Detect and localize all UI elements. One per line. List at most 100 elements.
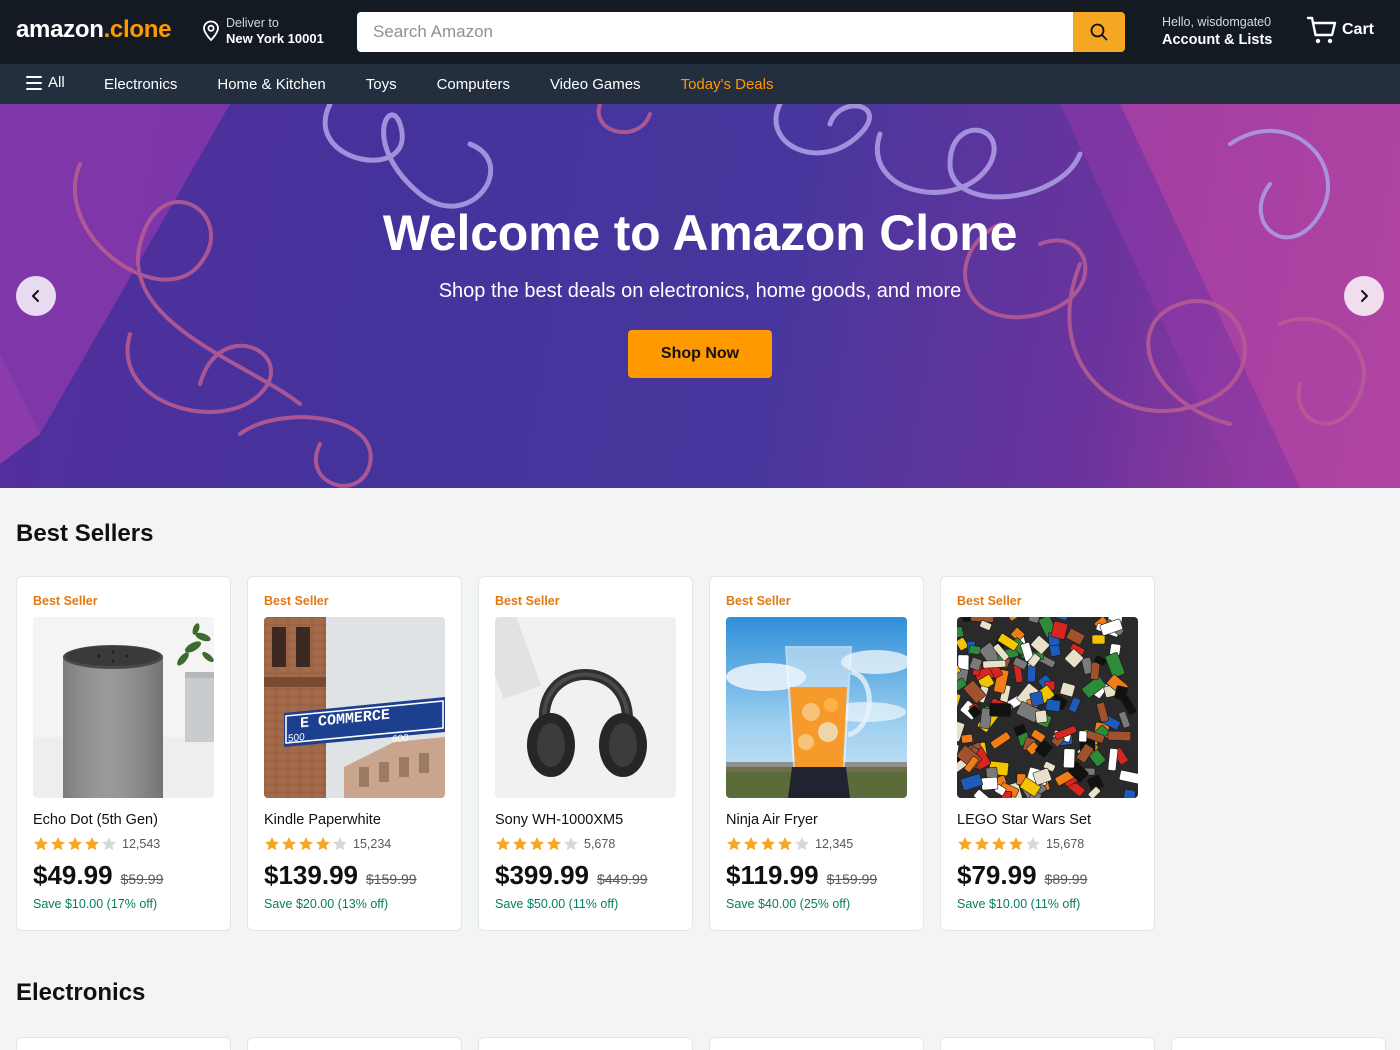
electronics-row: [16, 1037, 1386, 1050]
review-count: 15,678: [1046, 837, 1085, 851]
list-price: $59.99: [120, 871, 164, 887]
search-input[interactable]: [357, 12, 1073, 52]
product-rating[interactable]: 15,234: [264, 836, 445, 852]
product-title[interactable]: LEGO Star Wars Set: [957, 811, 1138, 829]
product-card[interactable]: Best Seller E COMMERCE 500 600 Kindle Pa…: [247, 576, 462, 931]
product-image-ninja-air-fryer[interactable]: [726, 617, 907, 798]
product-price: $139.99: [264, 860, 358, 890]
list-price: $449.99: [596, 871, 648, 887]
product-card[interactable]: Best Seller: [709, 576, 924, 931]
all-menu-label: All: [48, 74, 65, 91]
star-rating: [957, 836, 1041, 852]
star-icon: [265, 837, 279, 851]
account-greeting: Hello, wisdomgate0: [1162, 15, 1272, 29]
nav-link-home-kitchen[interactable]: Home & Kitchen: [217, 76, 325, 93]
product-price: $399.99: [495, 860, 589, 890]
product-card[interactable]: [1171, 1037, 1386, 1050]
shop-now-button[interactable]: Shop Now: [628, 330, 772, 378]
nav-link-computers[interactable]: Computers: [437, 76, 510, 93]
carousel-next-button[interactable]: [1344, 276, 1384, 316]
product-title[interactable]: Sony WH-1000XM5: [495, 811, 676, 829]
review-count: 15,234: [353, 837, 392, 851]
deliver-location: New York 10001: [226, 31, 324, 46]
sign-number-left: 500: [288, 732, 305, 745]
star-rating: [726, 836, 810, 852]
star-icon: [530, 837, 544, 851]
star-icon: [85, 837, 99, 851]
electronics-heading: Electronics: [16, 979, 146, 1006]
savings-text: Save $10.00 (17% off): [33, 897, 158, 911]
sign-number-right: 600: [392, 733, 409, 746]
star-icon: [564, 837, 578, 851]
cart-button[interactable]: Cart: [1306, 14, 1374, 46]
product-price: $79.99: [957, 860, 1037, 890]
product-title[interactable]: Ninja Air Fryer: [726, 811, 907, 829]
star-icon: [51, 837, 65, 851]
product-rating[interactable]: 12,543: [33, 836, 214, 852]
deliver-label: Deliver to: [226, 16, 279, 30]
carousel-prev-button[interactable]: [16, 276, 56, 316]
best-seller-badge: Best Seller: [33, 594, 98, 608]
product-card[interactable]: Best Seller: [16, 576, 231, 931]
star-icon: [547, 837, 561, 851]
best-seller-badge: Best Seller: [495, 594, 560, 608]
star-icon: [299, 837, 313, 851]
chevron-right-icon: [1361, 290, 1368, 302]
cart-label: Cart: [1342, 21, 1375, 38]
star-rating: [33, 836, 117, 852]
product-image-kindle-paperwhite[interactable]: E COMMERCE 500 600: [264, 617, 445, 798]
best-seller-badge: Best Seller: [264, 594, 329, 608]
hero-subtitle: Shop the best deals on electronics, home…: [438, 280, 962, 302]
product-image-lego-star-wars-set[interactable]: [957, 617, 1138, 798]
chevron-left-icon: [32, 290, 39, 302]
cart-icon: [1306, 16, 1337, 44]
star-rating: [264, 836, 348, 852]
search-icon: [1090, 23, 1108, 41]
hero-title: Welcome to Amazon Clone: [382, 205, 1018, 261]
product-rating[interactable]: 5,678: [495, 836, 676, 852]
product-image-sony-headphones[interactable]: [495, 617, 676, 798]
all-menu-button[interactable]: All: [26, 74, 65, 91]
best-sellers-heading: Best Sellers: [16, 520, 154, 547]
savings-text: Save $50.00 (11% off): [495, 897, 619, 911]
product-card[interactable]: [247, 1037, 462, 1050]
logo-accent-text: .clone: [103, 16, 172, 43]
product-card[interactable]: Best Seller LEGO Star Wars Set 15,678 $7…: [940, 576, 1155, 931]
product-card[interactable]: [940, 1037, 1155, 1050]
nav-link-toys[interactable]: Toys: [366, 76, 397, 93]
site-logo[interactable]: amazon.clone: [16, 16, 171, 44]
product-card[interactable]: [709, 1037, 924, 1050]
product-title[interactable]: Echo Dot (5th Gen): [33, 811, 214, 829]
search-bar: [357, 12, 1125, 52]
product-pricing: $49.99 $59.99: [33, 860, 214, 891]
top-header: amazon.clone Deliver to New York 10001 H…: [0, 0, 1400, 64]
nav-link-electronics[interactable]: Electronics: [104, 76, 177, 93]
account-lists-label: Account & Lists: [1162, 32, 1273, 48]
product-image-echo-dot[interactable]: [33, 617, 214, 798]
savings-text: Save $10.00 (11% off): [957, 897, 1081, 911]
nav-link-video-games[interactable]: Video Games: [550, 76, 641, 93]
star-icon: [513, 837, 527, 851]
star-rating: [495, 836, 579, 852]
product-card[interactable]: [478, 1037, 693, 1050]
savings-text: Save $40.00 (25% off): [726, 897, 851, 911]
star-icon: [1009, 837, 1023, 851]
product-card[interactable]: Best Seller Sony WH-1000XM5 5,678 $399.9…: [478, 576, 693, 931]
deliver-to-location[interactable]: Deliver to New York 10001: [202, 15, 324, 47]
star-icon: [744, 837, 758, 851]
nav-link-todays-deals[interactable]: Today's Deals: [681, 76, 774, 93]
product-title[interactable]: Kindle Paperwhite: [264, 811, 445, 829]
star-icon: [282, 837, 296, 851]
product-rating[interactable]: 12,345: [726, 836, 907, 852]
product-card[interactable]: [16, 1037, 231, 1050]
best-sellers-row: Best Seller Echo Dot (5th Gen) 12,543 $4…: [16, 576, 1155, 931]
product-rating[interactable]: 15,678: [957, 836, 1138, 852]
account-menu[interactable]: Hello, wisdomgate0 Account & Lists: [1162, 14, 1272, 50]
product-pricing: $139.99 $159.99: [264, 860, 445, 891]
hamburger-menu-icon: [26, 75, 42, 90]
logo-main-text: amazon: [16, 16, 104, 43]
star-icon: [992, 837, 1006, 851]
product-pricing: $399.99 $449.99: [495, 860, 676, 891]
search-button[interactable]: [1073, 12, 1125, 52]
star-icon: [778, 837, 792, 851]
